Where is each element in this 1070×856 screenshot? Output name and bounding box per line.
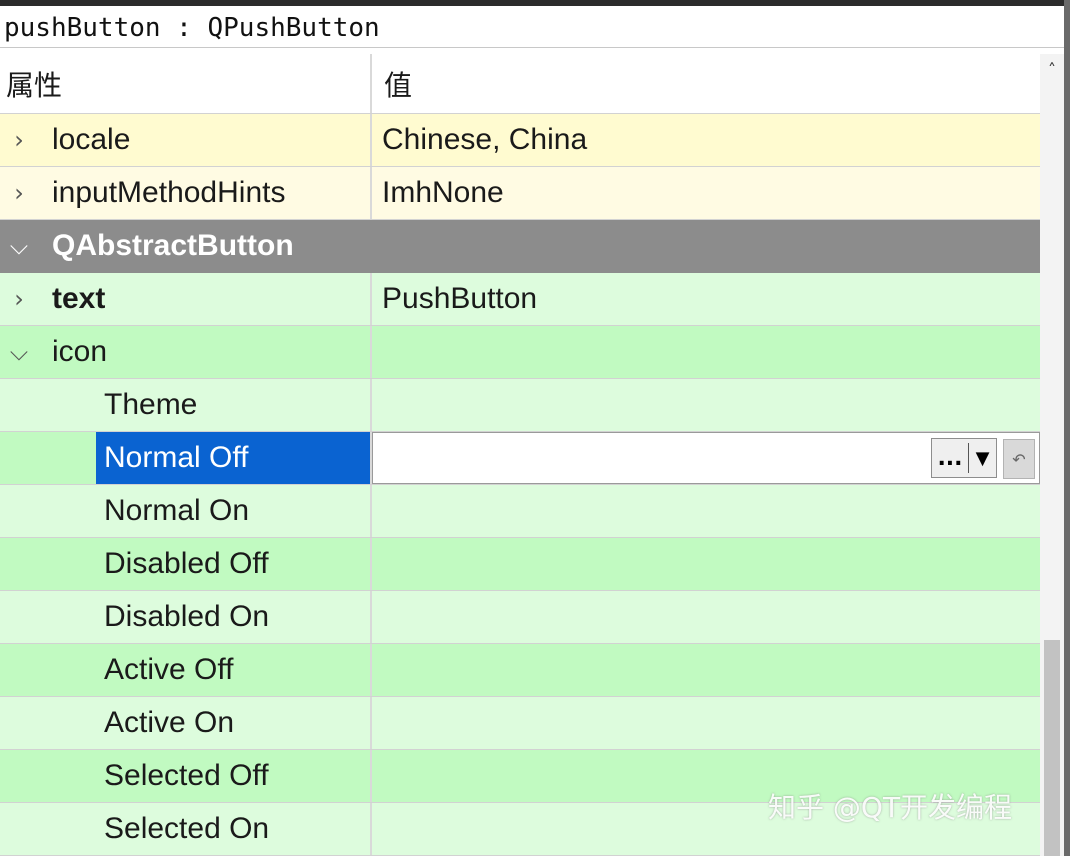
property-row-normal-on[interactable]: Normal On xyxy=(0,485,1040,538)
property-name: Disabled On xyxy=(104,600,270,633)
header-value-label: 值 xyxy=(384,68,413,102)
group-row-qabstractbutton[interactable]: ⌵ QAbstractButton xyxy=(0,220,1040,273)
property-name: Active On xyxy=(104,706,235,739)
property-row-active-on[interactable]: Active On xyxy=(0,697,1040,750)
group-name: QAbstractButton xyxy=(52,229,294,262)
property-value: Chinese, China xyxy=(382,123,588,156)
property-grid: 属性 值 › locale Chinese, China › inputMeth… xyxy=(0,54,1040,856)
chevron-down-icon[interactable]: ⌵ xyxy=(8,220,30,272)
scroll-up-icon[interactable]: ˄ xyxy=(1040,54,1064,84)
property-value: ImhNone xyxy=(382,176,504,209)
icon-editor[interactable]: ... ▼ ↶ xyxy=(372,432,1040,484)
property-row-locale[interactable]: › locale Chinese, China xyxy=(0,114,1040,167)
property-name: Normal Off xyxy=(104,441,249,474)
property-row-active-off[interactable]: Active Off xyxy=(0,644,1040,697)
property-name: Disabled Off xyxy=(104,547,269,580)
property-row-icon[interactable]: ⌵ icon xyxy=(0,326,1040,379)
property-name: Selected Off xyxy=(104,759,269,792)
property-value: PushButton xyxy=(382,282,538,315)
property-row-inputmethodhints[interactable]: › inputMethodHints ImhNone xyxy=(0,167,1040,220)
property-name: icon xyxy=(52,335,108,368)
chevron-right-icon[interactable]: › xyxy=(8,273,30,325)
property-name: text xyxy=(52,282,106,315)
property-name: Theme xyxy=(104,388,198,421)
triangle-down-icon[interactable]: ▼ xyxy=(969,439,996,477)
scrollbar-thumb[interactable] xyxy=(1044,640,1060,856)
window-right-border xyxy=(1064,0,1070,856)
property-row-normal-off[interactable]: Normal Off ... ▼ ↶ xyxy=(0,432,1040,485)
icon-edit-button[interactable]: ... ▼ xyxy=(931,438,997,478)
chevron-down-icon[interactable]: ⌵ xyxy=(8,326,30,378)
object-title: pushButton : QPushButton xyxy=(0,6,1064,48)
browse-button[interactable]: ... xyxy=(932,439,968,477)
property-name: locale xyxy=(52,123,131,156)
property-row-text[interactable]: › text PushButton xyxy=(0,273,1040,326)
header-property-cell[interactable]: 属性 xyxy=(0,54,372,113)
property-row-theme[interactable]: Theme xyxy=(0,379,1040,432)
undo-arrow-icon[interactable]: ↶ xyxy=(1003,439,1035,479)
property-row-disabled-off[interactable]: Disabled Off xyxy=(0,538,1040,591)
header-property-label: 属性 xyxy=(6,68,63,102)
header-row: 属性 值 xyxy=(0,54,1040,114)
chevron-right-icon[interactable]: › xyxy=(8,114,30,166)
header-value-cell[interactable]: 值 xyxy=(372,54,1040,113)
chevron-right-icon[interactable]: › xyxy=(8,167,30,219)
property-name: Active Off xyxy=(104,653,234,686)
vertical-scrollbar[interactable]: ˄ xyxy=(1040,54,1064,856)
property-row-disabled-on[interactable]: Disabled On xyxy=(0,591,1040,644)
property-name: Normal On xyxy=(104,494,250,527)
property-name: Selected On xyxy=(104,812,270,845)
property-name: inputMethodHints xyxy=(52,176,286,209)
watermark: 知乎 @QT开发编程 xyxy=(768,791,1013,824)
